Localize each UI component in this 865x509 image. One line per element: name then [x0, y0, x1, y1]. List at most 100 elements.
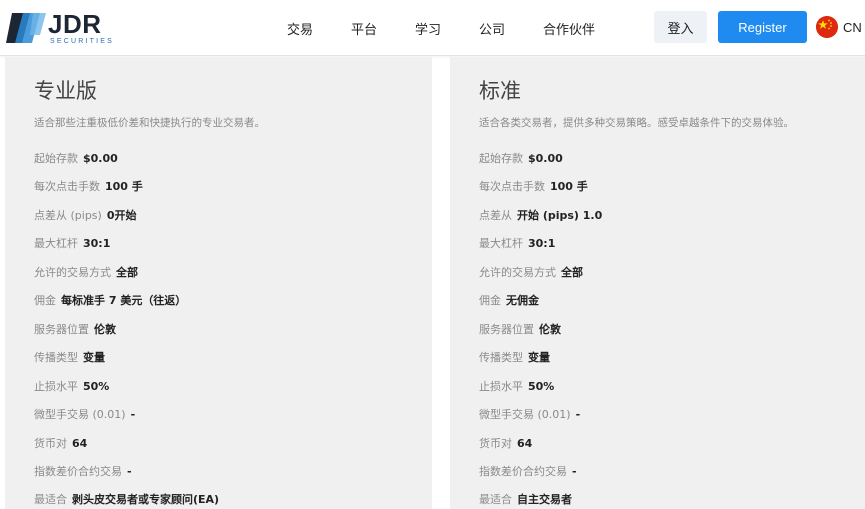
spec-value: $0.00: [83, 152, 118, 165]
spec-row: 传播类型 变量: [479, 349, 550, 365]
spec-value: 全部: [561, 266, 583, 279]
spec-label: 微型手交易 (0.01): [479, 408, 571, 421]
spec-row: 每次点击手数 100 手: [34, 178, 143, 194]
spec-label: 起始存款: [479, 152, 523, 165]
language-code: CN: [843, 19, 862, 35]
spec-row: 起始存款 $0.00: [34, 150, 118, 166]
spec-value: 变量: [83, 351, 105, 364]
brand-logo[interactable]: JDR SECURITIES: [6, 8, 114, 48]
spec-row: 最适合 剥头皮交易者或专家顾问(EA): [34, 491, 219, 507]
site-header: JDR SECURITIES 交易 平台 学习 公司 合作伙伴 登入 Regis…: [0, 0, 865, 56]
spec-row: 佣金 无佣金: [479, 292, 539, 308]
spec-value: 50%: [528, 380, 555, 393]
nav-item-company[interactable]: 公司: [479, 19, 505, 38]
nav-item-learning[interactable]: 学习: [415, 19, 441, 38]
brand-sub: SECURITIES: [50, 38, 115, 45]
spec-row: 每次点击手数 100 手: [479, 178, 588, 194]
plan-card-pro: 专业版 适合那些注重极低价差和快捷执行的专业交易者。 起始存款 $0.00 每次点…: [5, 57, 432, 509]
register-button[interactable]: Register: [718, 11, 807, 43]
plan-description: 适合各类交易者，提供多种交易策略。感受卓越条件下的交易体验。: [479, 117, 794, 129]
spec-value: 变量: [528, 351, 550, 364]
spec-label: 起始存款: [34, 152, 78, 165]
spec-label: 货币对: [34, 437, 67, 450]
spec-value: 30:1: [528, 237, 556, 250]
spec-row: 指数差价合约交易 -: [34, 463, 132, 479]
language-selector[interactable]: CN: [816, 16, 862, 38]
spec-value: $0.00: [528, 152, 563, 165]
brand-name: JDR: [48, 9, 102, 39]
spec-row: 微型手交易 (0.01) -: [479, 406, 580, 422]
nav-item-platform[interactable]: 平台: [351, 19, 377, 38]
login-button[interactable]: 登入: [654, 11, 707, 43]
spec-row: 最适合 自主交易者: [479, 491, 572, 507]
spec-value: 30:1: [83, 237, 111, 250]
spec-row: 最大杠杆 30:1: [479, 235, 555, 251]
spec-label: 指数差价合约交易: [34, 465, 122, 478]
plan-title: 专业版: [34, 79, 97, 103]
spec-label: 点差从 (pips): [34, 209, 102, 222]
china-flag-icon: [816, 16, 838, 38]
spec-row: 点差从 (pips) 0开始: [34, 207, 137, 223]
spec-value: 64: [72, 437, 88, 450]
jdr-logo-icon: [6, 13, 46, 43]
spec-row: 最大杠杆 30:1: [34, 235, 110, 251]
spec-label: 允许的交易方式: [479, 266, 556, 279]
spec-label: 传播类型: [34, 351, 78, 364]
nav-item-partners[interactable]: 合作伙伴: [543, 19, 595, 38]
spec-value: 自主交易者: [517, 493, 572, 506]
spec-label: 最适合: [34, 493, 67, 506]
spec-label: 传播类型: [479, 351, 523, 364]
spec-value: 0开始: [106, 209, 137, 222]
spec-value: 伦敦: [94, 323, 116, 336]
spec-row: 货币对 64: [34, 435, 87, 451]
spec-label: 止损水平: [479, 380, 523, 393]
spec-row: 指数差价合约交易 -: [479, 463, 577, 479]
logo-text: JDR SECURITIES: [48, 11, 114, 45]
spec-label: 每次点击手数: [479, 180, 545, 193]
spec-label: 货币对: [479, 437, 512, 450]
plan-title: 标准: [479, 79, 521, 103]
spec-row: 点差从 开始 (pips) 1.0: [479, 207, 602, 223]
plan-card-standard: 标准 适合各类交易者，提供多种交易策略。感受卓越条件下的交易体验。 起始存款 $0…: [450, 57, 865, 509]
spec-value: -: [572, 465, 577, 478]
spec-row: 货币对 64: [479, 435, 532, 451]
spec-row: 服务器位置 伦敦: [479, 321, 561, 337]
spec-label: 允许的交易方式: [34, 266, 111, 279]
spec-label: 最适合: [479, 493, 512, 506]
spec-value: 100 手: [105, 180, 143, 193]
spec-row: 服务器位置 伦敦: [34, 321, 116, 337]
spec-value: 50%: [83, 380, 110, 393]
spec-label: 服务器位置: [34, 323, 89, 336]
spec-label: 最大杠杆: [479, 237, 523, 250]
spec-label: 微型手交易 (0.01): [34, 408, 126, 421]
spec-value: -: [127, 465, 132, 478]
spec-row: 传播类型 变量: [34, 349, 105, 365]
spec-value: 每标准手 7 美元（往返）: [61, 294, 187, 307]
spec-label: 指数差价合约交易: [479, 465, 567, 478]
spec-value: 100 手: [550, 180, 588, 193]
spec-value: 64: [517, 437, 533, 450]
spec-value: -: [575, 408, 581, 421]
spec-value: 无佣金: [506, 294, 539, 307]
spec-value: -: [130, 408, 136, 421]
spec-label: 佣金: [34, 294, 56, 307]
spec-row: 起始存款 $0.00: [479, 150, 563, 166]
spec-label: 服务器位置: [479, 323, 534, 336]
spec-value: 全部: [116, 266, 138, 279]
spec-row: 佣金 每标准手 7 美元（往返）: [34, 292, 186, 308]
nav-item-trading[interactable]: 交易: [287, 19, 313, 38]
spec-label: 最大杠杆: [34, 237, 78, 250]
spec-value: 开始 (pips) 1.0: [517, 209, 603, 222]
spec-value: 伦敦: [539, 323, 561, 336]
spec-row: 止损水平 50%: [34, 378, 109, 394]
spec-label: 每次点击手数: [34, 180, 100, 193]
spec-label: 止损水平: [34, 380, 78, 393]
spec-label: 佣金: [479, 294, 501, 307]
spec-label: 点差从: [479, 209, 512, 222]
spec-row: 止损水平 50%: [479, 378, 554, 394]
spec-row: 允许的交易方式 全部: [34, 264, 138, 280]
plan-description: 适合那些注重极低价差和快捷执行的专业交易者。: [34, 117, 265, 129]
spec-row: 允许的交易方式 全部: [479, 264, 583, 280]
spec-value: 剥头皮交易者或专家顾问(EA): [72, 493, 220, 506]
spec-row: 微型手交易 (0.01) -: [34, 406, 135, 422]
